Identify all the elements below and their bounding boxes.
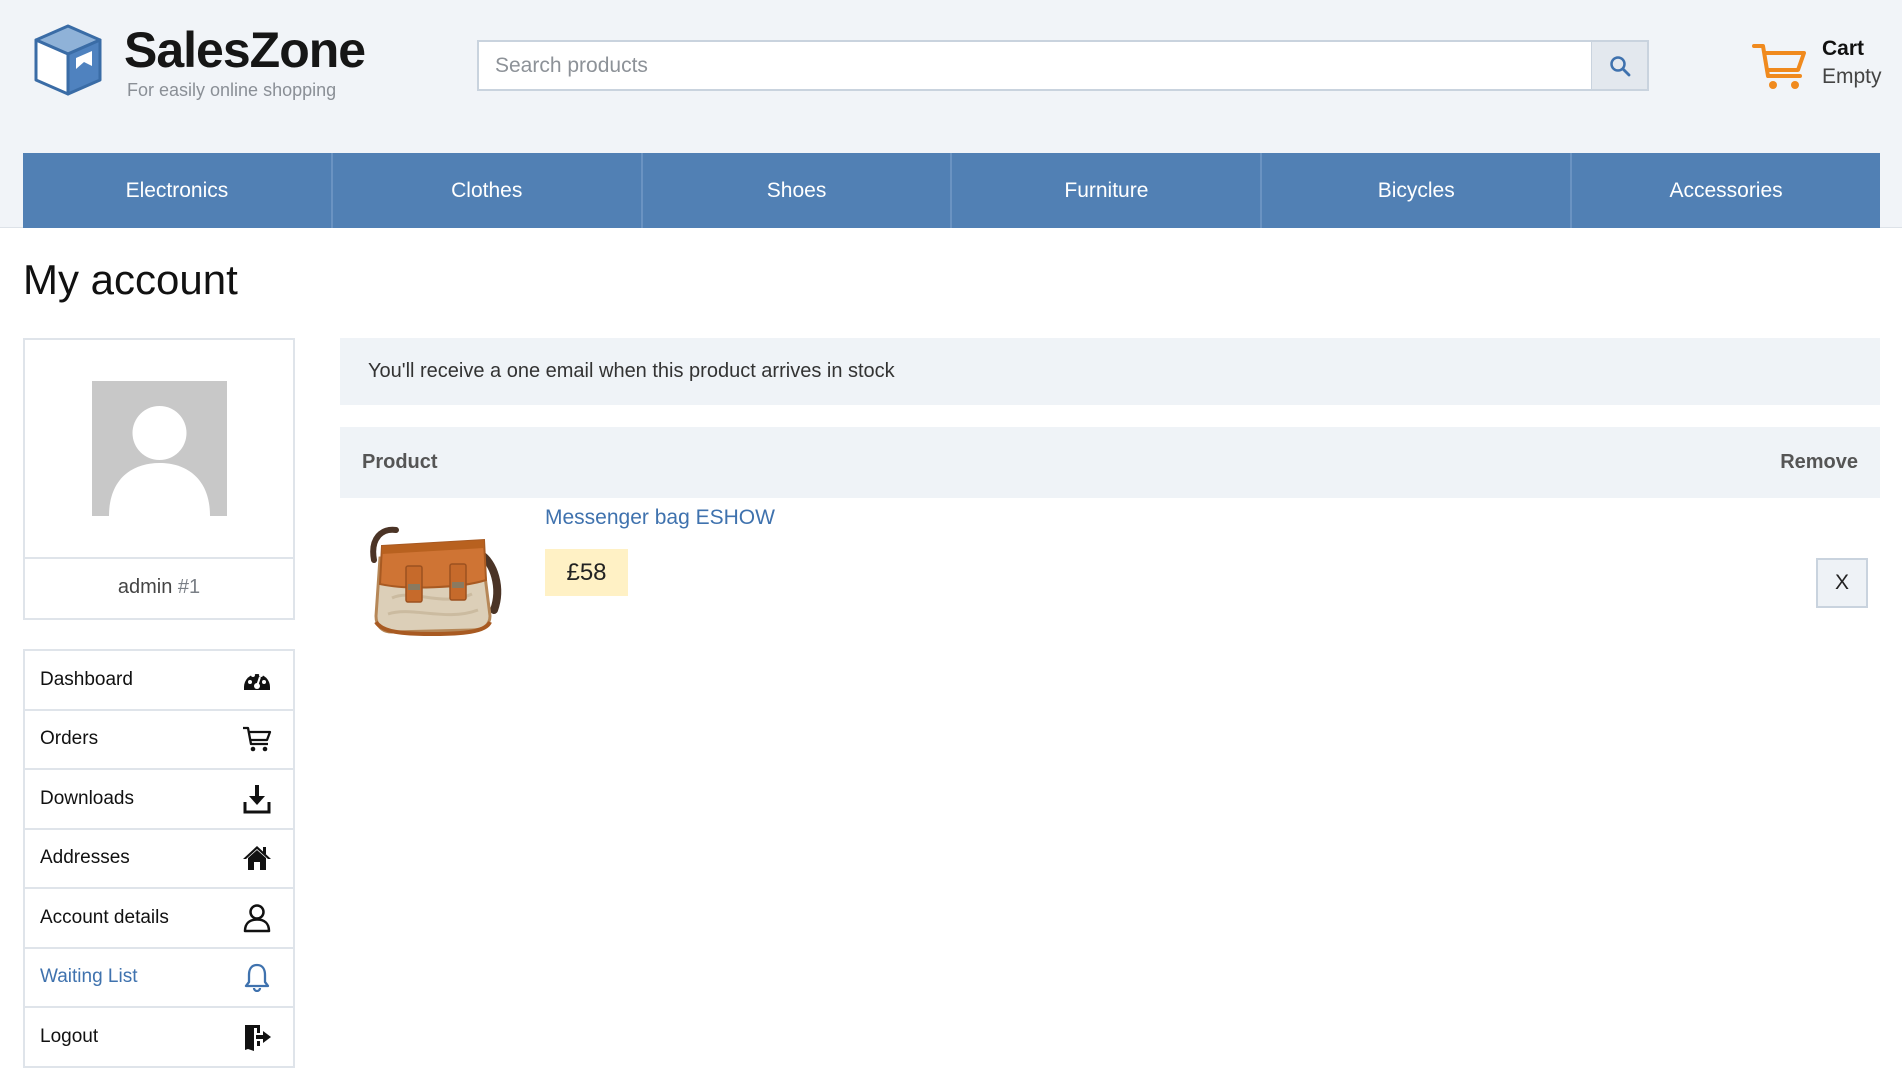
column-header-remove: Remove (1780, 451, 1858, 473)
brand-tagline: For easily online shopping (127, 80, 337, 100)
dashboard-gauge-icon (241, 664, 273, 696)
home-icon (241, 842, 273, 874)
page-title: My account (23, 256, 238, 303)
menu-item-account-details[interactable]: Account details (25, 889, 293, 949)
nav-item-accessories[interactable]: Accessories (1572, 153, 1880, 228)
search-bar (477, 40, 1649, 91)
nav-item-bicycles[interactable]: Bicycles (1262, 153, 1573, 228)
menu-item-addresses[interactable]: Addresses (25, 829, 293, 889)
category-nav: Electronics Clothes Shoes Furniture Bicy… (23, 153, 1880, 228)
product-link[interactable]: Messenger bag ESHOW (545, 506, 775, 530)
search-input[interactable] (477, 40, 1592, 91)
logout-door-icon (241, 1021, 273, 1053)
menu-item-waiting-list[interactable]: Waiting List (25, 948, 293, 1008)
shopping-cart-icon (1752, 44, 1806, 89)
search-button[interactable] (1592, 40, 1649, 91)
menu-item-label: Account details (40, 906, 169, 928)
brand-name: SalesZone (124, 22, 366, 78)
site-logo-link[interactable]: SalesZone For easily online shopping (30, 22, 366, 101)
column-header-product: Product (362, 451, 438, 473)
menu-item-label: Orders (40, 728, 99, 750)
nav-item-electronics[interactable]: Electronics (23, 153, 333, 228)
profile-name: admin #1 (25, 576, 293, 599)
messenger-bag-image[interactable] (362, 518, 512, 638)
avatar (92, 381, 227, 516)
table-row: Messenger bag ESHOW £58 X (340, 498, 1880, 648)
default-avatar-icon (92, 381, 227, 516)
bell-icon (241, 961, 273, 993)
cart-text: Cart Empty (1822, 36, 1882, 92)
nav-item-clothes[interactable]: Clothes (333, 153, 643, 228)
profile-user-id: #1 (177, 576, 201, 598)
menu-item-label: Downloads (40, 787, 134, 809)
user-icon (241, 902, 273, 934)
site-header: SalesZone For easily online shopping Car… (0, 0, 1902, 228)
remove-button[interactable]: X (1816, 558, 1868, 608)
account-menu: Dashboard Orders Downloads Addresses Acc… (23, 649, 295, 1068)
menu-item-label: Waiting List (40, 966, 138, 988)
download-icon (241, 783, 273, 815)
nav-item-shoes[interactable]: Shoes (643, 153, 953, 228)
menu-item-label: Logout (40, 1025, 99, 1047)
brand-block: SalesZone For easily online shopping (124, 22, 366, 101)
waiting-table-header: Product Remove (340, 427, 1880, 498)
search-icon (1609, 55, 1630, 76)
menu-item-downloads[interactable]: Downloads (25, 770, 293, 830)
profile-divider (25, 557, 293, 559)
box-logo-icon (34, 24, 102, 96)
profile-username: admin (117, 576, 173, 598)
menu-item-orders[interactable]: Orders (25, 710, 293, 770)
cart-status: Empty (1822, 65, 1882, 88)
header-cart[interactable]: Cart Empty (1752, 36, 1882, 94)
menu-item-logout[interactable]: Logout (25, 1008, 293, 1068)
menu-item-label: Dashboard (40, 668, 133, 690)
price-badge: £58 (545, 549, 628, 596)
cart-title: Cart (1822, 37, 1865, 60)
profile-card: admin #1 (23, 338, 295, 620)
cart-icon (241, 723, 273, 755)
menu-item-label: Addresses (40, 847, 130, 869)
waiting-list-notice: You'll receive a one email when this pro… (340, 338, 1880, 405)
nav-item-furniture[interactable]: Furniture (952, 153, 1263, 228)
menu-item-dashboard[interactable]: Dashboard (25, 651, 293, 711)
